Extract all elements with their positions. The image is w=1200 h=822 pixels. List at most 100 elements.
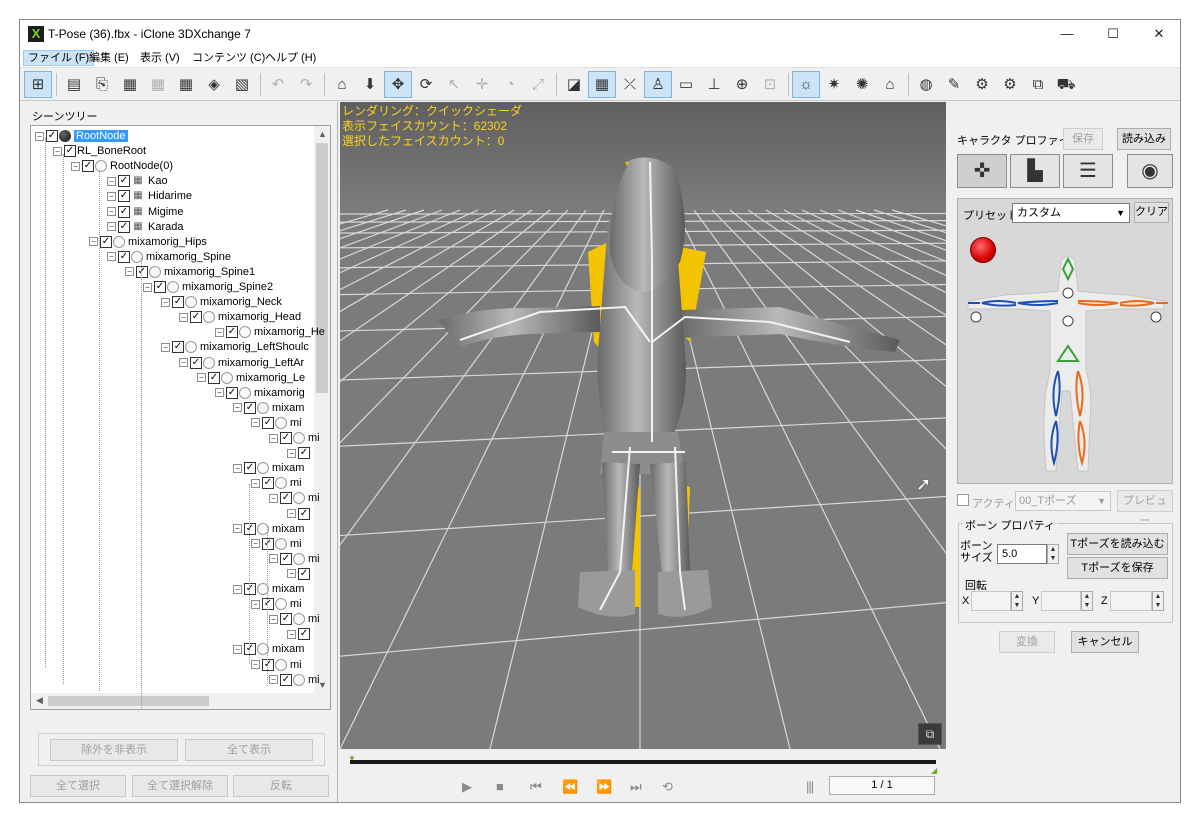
play-icon[interactable]: ▶: [462, 779, 472, 795]
tree-row[interactable]: − ✓ mixamorig_LeftAr: [179, 356, 304, 371]
preview-button[interactable]: プレビュー: [1117, 490, 1173, 527]
visibility-checkbox[interactable]: ✓: [208, 371, 220, 384]
move-icon[interactable]: ✥: [384, 71, 412, 98]
menu-file[interactable]: ファイル (F): [23, 50, 95, 66]
rotation-z-stepper[interactable]: ▲ ▼: [1152, 591, 1164, 611]
expand-toggle-icon[interactable]: −: [269, 493, 278, 503]
visibility-checkbox[interactable]: ✓: [100, 235, 112, 248]
expand-toggle-icon[interactable]: −: [233, 644, 242, 654]
expand-toggle-icon[interactable]: −: [251, 660, 260, 670]
ambient-icon[interactable]: ✺: [848, 71, 876, 98]
tree-row[interactable]: − ✓ mixam: [233, 582, 304, 597]
convert-button[interactable]: 変換: [999, 631, 1055, 653]
expand-toggle-icon[interactable]: −: [107, 252, 116, 262]
scroll-left-icon[interactable]: ◀: [36, 695, 43, 706]
tree-horizontal-scrollbar[interactable]: ◀: [31, 693, 316, 709]
rotation-y-input[interactable]: [1041, 591, 1081, 611]
visibility-checkbox[interactable]: ✓: [262, 416, 274, 429]
tree-row[interactable]: − ✓ mixamorig_Spine2: [143, 280, 273, 295]
visibility-checkbox[interactable]: ✓: [262, 537, 274, 550]
visibility-checkbox[interactable]: ✓: [118, 190, 130, 203]
tree-row[interactable]: − ✓ ▦ Hidarime: [107, 189, 192, 204]
visibility-checkbox[interactable]: ✓: [172, 296, 184, 309]
box-icon[interactable]: ◪: [560, 71, 588, 98]
tree-row[interactable]: − ✓: [287, 567, 311, 582]
menu-content[interactable]: コンテンツ (C): [188, 50, 269, 66]
visibility-checkbox[interactable]: ✓: [136, 265, 148, 278]
loop-icon[interactable]: ⟲: [662, 779, 673, 795]
tree-row[interactable]: − ✓ mixam: [233, 401, 304, 416]
tree-row[interactable]: − ✓ mixamorig_He: [215, 325, 325, 340]
visibility-checkbox[interactable]: ✓: [244, 401, 256, 414]
expand-toggle-icon[interactable]: −: [179, 312, 188, 322]
tree-row[interactable]: − ✓ mixamorig: [215, 386, 305, 401]
export-fbx-icon[interactable]: ▦: [116, 71, 144, 98]
visibility-checkbox[interactable]: ✓: [298, 447, 310, 460]
next-frame-icon[interactable]: ⏩: [596, 779, 612, 795]
light-icon[interactable]: ☼: [792, 71, 820, 98]
visibility-checkbox[interactable]: ✓: [226, 326, 238, 339]
expand-toggle-icon[interactable]: −: [287, 509, 296, 519]
expand-toggle-icon[interactable]: −: [107, 176, 116, 186]
tree-row[interactable]: − ✓ mi: [251, 658, 302, 673]
tree-row[interactable]: − ✓ mixam: [233, 642, 304, 657]
export-obj-icon[interactable]: ▦: [172, 71, 200, 98]
bone-size-stepper[interactable]: ▲ ▼: [1047, 544, 1059, 564]
target-icon[interactable]: ⊡: [756, 71, 784, 98]
tree-row[interactable]: − ✓ mixamorig_Head: [179, 310, 301, 325]
cancel-button[interactable]: キャンセル: [1071, 631, 1139, 653]
visibility-checkbox[interactable]: ✓: [118, 205, 130, 218]
convert-icon[interactable]: ◈: [200, 71, 228, 98]
tree-row[interactable]: − ✓ ▦ Migime: [107, 205, 183, 220]
expand-toggle-icon[interactable]: −: [125, 267, 134, 277]
expand-toggle-icon[interactable]: −: [287, 569, 296, 579]
visibility-checkbox[interactable]: ✓: [280, 492, 292, 505]
bone-map-figure[interactable]: [958, 251, 1174, 481]
expand-toggle-icon[interactable]: −: [215, 327, 224, 337]
active-checkbox[interactable]: [957, 494, 969, 506]
gear-prop-icon[interactable]: ⚙: [996, 71, 1024, 98]
tree-scroll-thumb[interactable]: [316, 143, 328, 393]
wrench-icon[interactable]: ✎: [940, 71, 968, 98]
visibility-checkbox[interactable]: ✓: [280, 673, 292, 686]
visibility-checkbox[interactable]: ✓: [154, 281, 166, 294]
go-start-icon[interactable]: ⏮: [530, 779, 542, 795]
stop-icon[interactable]: ■: [496, 779, 504, 794]
visibility-checkbox[interactable]: ✓: [262, 477, 274, 490]
visibility-checkbox[interactable]: ✓: [172, 341, 184, 354]
scroll-up-icon[interactable]: ▲: [318, 129, 327, 139]
visibility-checkbox[interactable]: ✓: [46, 130, 58, 143]
tree-row[interactable]: − ✓: [287, 627, 311, 642]
expand-toggle-icon[interactable]: −: [197, 373, 206, 383]
export-image-icon[interactable]: ▧: [228, 71, 256, 98]
expand-toggle-icon[interactable]: −: [269, 433, 278, 443]
rotation-z-input[interactable]: [1110, 591, 1152, 611]
visibility-checkbox[interactable]: ✓: [298, 567, 310, 580]
expand-toggle-icon[interactable]: −: [269, 614, 278, 624]
pick-icon[interactable]: ↖: [440, 71, 468, 98]
timeline-track[interactable]: [350, 760, 936, 764]
expand-toggle-icon[interactable]: −: [53, 146, 62, 156]
down-arrow-icon[interactable]: ⬇: [356, 71, 384, 98]
expand-toggle-icon[interactable]: −: [71, 161, 80, 171]
scene-tree[interactable]: ▲ ▼ ◀ − ✓ RootNode − ✓ RL_BoneRoot − ✓ RootNode(…: [30, 125, 331, 710]
expand-toggle-icon[interactable]: −: [233, 584, 242, 594]
restore-view-icon[interactable]: ⧉: [918, 723, 942, 745]
undo-icon[interactable]: ↶: [264, 71, 292, 98]
zoom-icon[interactable]: ⤢: [524, 71, 552, 98]
expand-toggle-icon[interactable]: −: [251, 418, 260, 428]
visibility-checkbox[interactable]: ✓: [118, 175, 130, 188]
visibility-checkbox[interactable]: ✓: [226, 386, 238, 399]
tree-row[interactable]: − ✓ ▦ Kao: [107, 174, 168, 189]
tree-row[interactable]: − ✓ mixamorig_LeftShoulc: [161, 340, 309, 355]
expand-toggle-icon[interactable]: −: [233, 463, 242, 473]
tree-row[interactable]: − ✓ RootNode(0): [71, 159, 173, 174]
pan-icon[interactable]: ✛: [468, 71, 496, 98]
visibility-checkbox[interactable]: ✓: [298, 628, 310, 641]
menu-edit[interactable]: 編集 (E): [85, 50, 133, 66]
prev-frame-icon[interactable]: ⏪: [562, 779, 578, 795]
stand-icon[interactable]: ⊥: [700, 71, 728, 98]
expand-toggle-icon[interactable]: −: [35, 131, 44, 141]
expand-toggle-icon[interactable]: −: [161, 297, 170, 307]
copy-icon[interactable]: ⧉: [1024, 71, 1052, 98]
